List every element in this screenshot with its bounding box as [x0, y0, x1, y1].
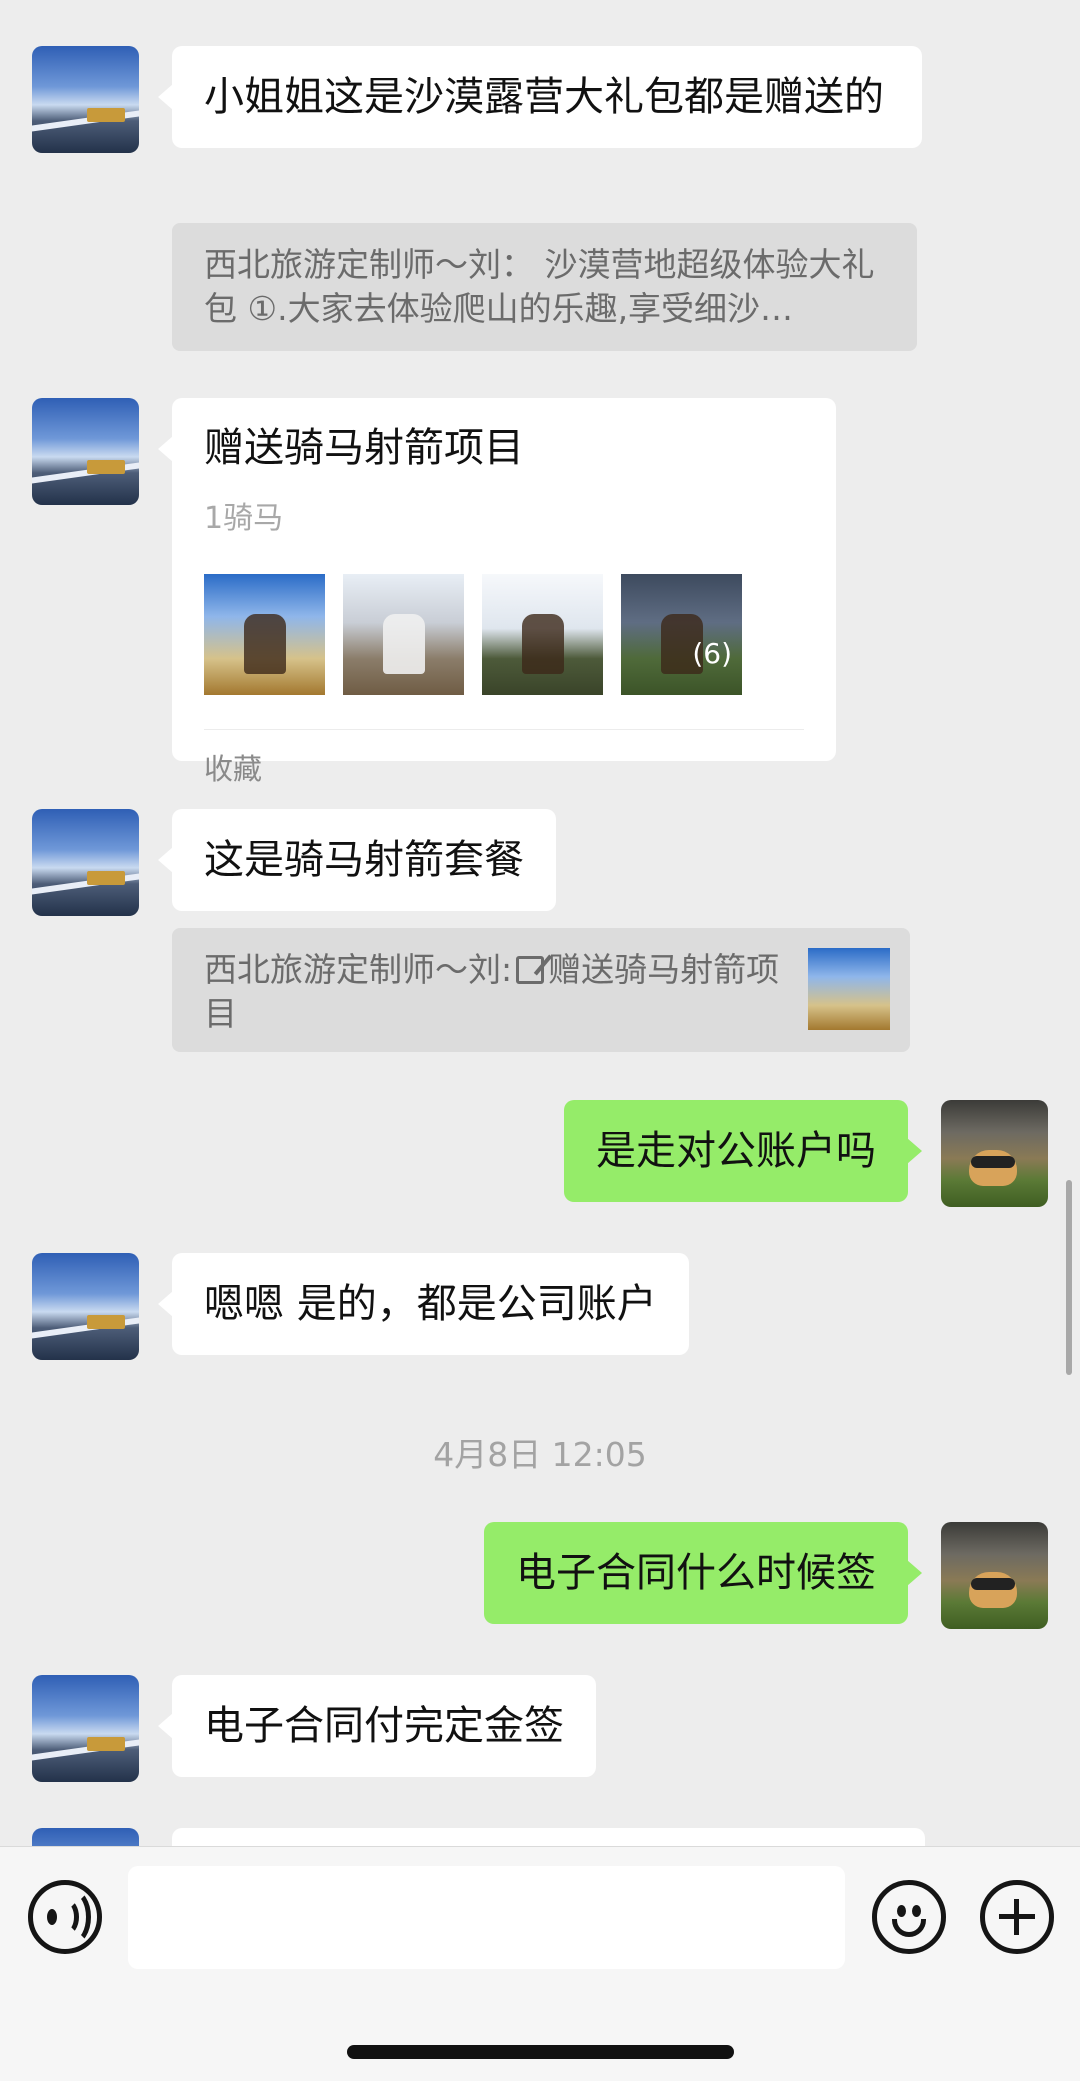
home-indicator[interactable]	[347, 2045, 734, 2059]
contact-avatar[interactable]	[32, 1828, 139, 1846]
message-bubble[interactable]: 嗯嗯 是的，都是公司账户	[158, 1253, 689, 1355]
quoted-message[interactable]: 西北旅游定制师～刘： 沙漠营地超级体验大礼包 ①.大家去体验爬山的乐趣,享受细沙…	[172, 223, 917, 351]
divider	[204, 729, 804, 730]
thumbnail-image[interactable]: (6)	[621, 574, 742, 695]
favorite-card[interactable]: 赠送骑马射箭项目 1骑马 (6) 收藏	[158, 398, 836, 786]
message-bubble[interactable]: 这是骑马射箭套餐	[158, 809, 556, 911]
more-count: (6)	[692, 637, 732, 670]
timestamp: 4月8日 12:05	[433, 1435, 647, 1474]
message-text: 这是骑马射箭套餐	[204, 837, 524, 883]
contact-avatar[interactable]	[32, 1253, 139, 1360]
thumbnail-image[interactable]	[343, 574, 464, 695]
contact-avatar[interactable]	[32, 809, 139, 916]
contact-avatar[interactable]	[32, 398, 139, 505]
thumbnail-image[interactable]	[204, 574, 325, 695]
message-bubble-outgoing[interactable]: 是走对公账户吗	[564, 1100, 922, 1202]
message-input[interactable]	[128, 1866, 845, 1969]
quoted-message[interactable]: 西北旅游定制师～刘: 赠送骑马射箭项目	[172, 928, 910, 1052]
card-footer: 收藏	[204, 752, 263, 786]
quoted-text: 西北旅游定制师～刘： 沙漠营地超级体验大礼包 ①.大家去体验爬山的乐趣,享受细沙…	[204, 245, 875, 328]
contact-avatar[interactable]	[32, 1675, 139, 1782]
scrollbar[interactable]	[1066, 1180, 1072, 1375]
card-title: 赠送骑马射箭项目	[204, 425, 524, 471]
voice-icon[interactable]	[28, 1880, 102, 1954]
message-text: 电子合同付完定金签	[204, 1703, 564, 1749]
message-bubble[interactable]: 小姐姐这是沙漠露营大礼包都是赠送的	[158, 46, 922, 148]
message-text: 是走对公账户吗	[596, 1128, 876, 1174]
my-avatar[interactable]	[941, 1100, 1048, 1207]
contact-avatar[interactable]	[32, 46, 139, 153]
message-bubble-outgoing[interactable]: 电子合同什么时候签	[484, 1522, 922, 1624]
card-thumbnails: (6)	[204, 574, 804, 695]
thumbnail-image[interactable]	[482, 574, 603, 695]
plus-icon[interactable]	[980, 1880, 1054, 1954]
message-bubble[interactable]: 电子合同付完定金签	[158, 1675, 596, 1777]
quoted-image[interactable]	[808, 948, 890, 1030]
card-subtitle: 1骑马	[204, 501, 284, 536]
my-avatar[interactable]	[941, 1522, 1048, 1629]
message-text: 电子合同什么时候签	[516, 1550, 876, 1596]
edit-icon	[516, 956, 545, 984]
emoji-icon[interactable]	[872, 1880, 946, 1954]
message-text: 小姐姐这是沙漠露营大礼包都是赠送的	[204, 74, 884, 120]
message-text: 嗯嗯 是的，都是公司账户	[204, 1281, 657, 1327]
quoted-sender: 西北旅游定制师～刘:	[204, 950, 513, 989]
